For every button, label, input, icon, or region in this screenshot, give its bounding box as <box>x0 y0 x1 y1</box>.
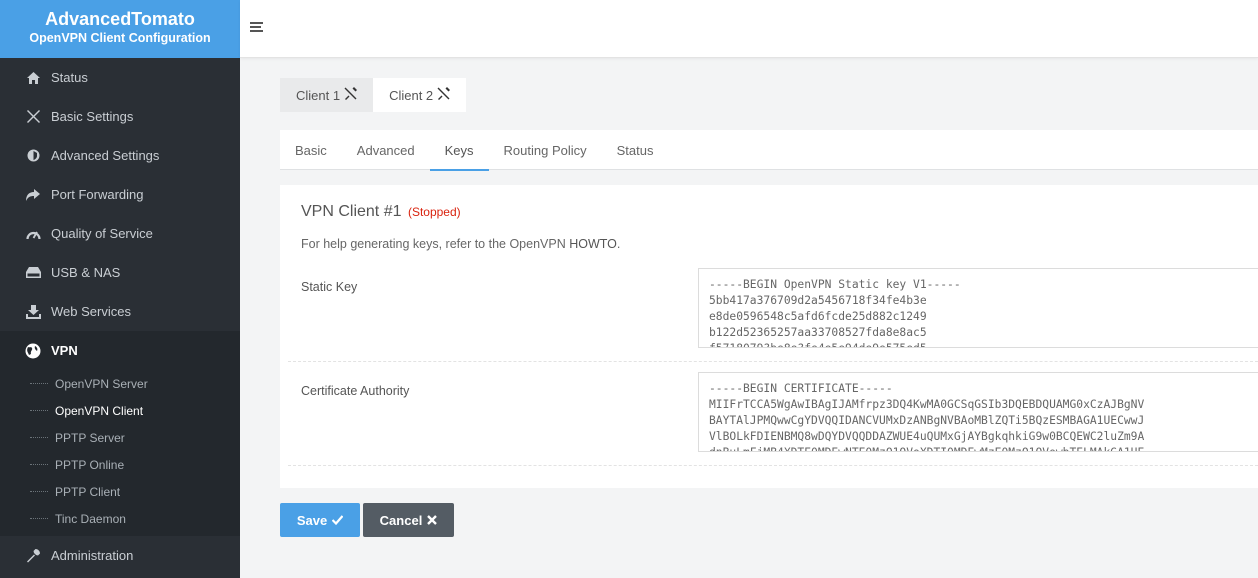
tree-connector <box>30 518 48 519</box>
check-icon <box>331 513 344 528</box>
cancel-button[interactable]: Cancel <box>363 503 454 537</box>
tree-connector <box>30 410 48 411</box>
tab-basic[interactable]: Basic <box>280 130 342 170</box>
sidebar-item-label: Advanced Settings <box>51 148 160 163</box>
tab-client-1[interactable]: Client 1 <box>280 78 374 112</box>
sidebar-subitem-pptp-online[interactable]: PPTP Online <box>0 451 240 478</box>
sidebar-subitem-label: OpenVPN Server <box>55 376 148 391</box>
sidebar-item-usb-nas[interactable]: USB & NAS <box>0 253 240 292</box>
tools-icon <box>24 108 42 126</box>
help-prefix: For help generating keys, refer to the O… <box>301 237 570 251</box>
sidebar-item-port-forwarding[interactable]: Port Forwarding <box>0 175 240 214</box>
sidebar-subitem-openvpn-client[interactable]: OpenVPN Client <box>0 397 240 424</box>
howto-link[interactable]: HOWTO <box>569 237 617 251</box>
keys-card: VPN Client #1 (Stopped) For help generat… <box>280 185 1258 488</box>
card-title-text: VPN Client #1 <box>301 203 402 220</box>
sidebar-item-label: Administration <box>51 548 134 563</box>
tab-label: Client 1 <box>296 87 341 103</box>
static-key-label: Static Key <box>301 280 358 294</box>
download-icon <box>24 303 42 321</box>
divider <box>288 361 1258 362</box>
close-icon <box>427 513 438 528</box>
sidebar-item-web-services[interactable]: Web Services <box>0 292 240 331</box>
tools-icon <box>344 87 358 103</box>
settings-tabs: Basic Advanced Keys Routing Policy Statu… <box>280 130 1258 171</box>
card-title: VPN Client #1 (Stopped) <box>301 203 461 221</box>
sidebar-item-label: USB & NAS <box>51 265 121 280</box>
sidebar-item-label: Port Forwarding <box>51 187 144 202</box>
tree-connector <box>30 491 48 492</box>
sidebar-subitem-tinc-daemon[interactable]: Tinc Daemon <box>0 505 240 532</box>
sidebar-item-basic-settings[interactable]: Basic Settings <box>0 97 240 136</box>
static-key-field[interactable]: -----BEGIN OpenVPN Static key V1----- 5b… <box>698 268 1258 348</box>
tab-keys[interactable]: Keys <box>429 130 489 171</box>
home-icon <box>24 69 42 87</box>
sidebar-subitem-pptp-server[interactable]: PPTP Server <box>0 424 240 451</box>
sidebar-item-label: Basic Settings <box>51 109 134 124</box>
brand-title: AdvancedTomato <box>45 9 195 29</box>
sidebar-subitem-label: OpenVPN Client <box>55 403 144 418</box>
tab-status[interactable]: Status <box>602 130 669 170</box>
tab-label: Client 2 <box>389 87 434 103</box>
save-button[interactable]: Save <box>280 503 360 537</box>
shield-icon <box>24 147 42 165</box>
sidebar-subitem-openvpn-server[interactable]: OpenVPN Server <box>0 370 240 397</box>
sidebar-subitem-label: PPTP Server <box>55 430 125 445</box>
sidebar-item-status[interactable]: Status <box>0 58 240 97</box>
menu-toggle-icon[interactable] <box>250 22 263 33</box>
tab-advanced[interactable]: Advanced <box>342 130 430 170</box>
tree-connector <box>30 464 48 465</box>
sidebar-item-advanced-settings[interactable]: Advanced Settings <box>0 136 240 175</box>
sidebar-item-quality-of-service[interactable]: Quality of Service <box>0 214 240 253</box>
tab-routing-policy[interactable]: Routing Policy <box>489 130 602 170</box>
divider <box>288 465 1258 466</box>
sidebar-item-label: Status <box>51 70 88 85</box>
help-text: For help generating keys, refer to the O… <box>301 237 620 251</box>
sidebar-item-label: Web Services <box>51 304 131 319</box>
sidebar-subitem-label: Tinc Daemon <box>55 511 126 526</box>
sidebar: AdvancedTomato OpenVPN Client Configurat… <box>0 0 240 578</box>
sidebar-item-label: VPN <box>51 343 78 358</box>
save-button-label: Save <box>296 512 328 528</box>
drive-icon <box>24 264 42 282</box>
sidebar-subitem-label: PPTP Online <box>55 457 125 472</box>
vpn-submenu: OpenVPN Server OpenVPN Client PPTP Serve… <box>0 370 240 536</box>
client-tabs: Client 1 Client 2 <box>280 78 467 112</box>
sidebar-item-vpn[interactable]: VPN <box>0 331 240 370</box>
tools-icon <box>437 87 451 103</box>
sidebar-item-administration[interactable]: Administration <box>0 536 240 575</box>
status-badge: (Stopped) <box>407 205 461 219</box>
globe-icon <box>24 342 42 360</box>
share-arrow-icon <box>24 186 42 204</box>
certificate-authority-label: Certificate Authority <box>301 384 410 398</box>
tree-connector <box>30 383 48 384</box>
page-subtitle: OpenVPN Client Configuration <box>29 31 211 45</box>
help-suffix: . <box>616 237 621 251</box>
speedometer-icon <box>24 225 42 243</box>
cancel-button-label: Cancel <box>379 512 423 528</box>
sidebar-subitem-pptp-client[interactable]: PPTP Client <box>0 478 240 505</box>
wrench-icon <box>24 547 42 565</box>
tree-connector <box>30 437 48 438</box>
tab-client-2[interactable]: Client 2 <box>373 78 467 112</box>
certificate-authority-field[interactable]: -----BEGIN CERTIFICATE----- MIIFrTCCA5Wg… <box>698 372 1258 452</box>
sidebar-subitem-label: PPTP Client <box>55 484 121 499</box>
top-bar <box>240 0 1258 58</box>
sidebar-item-label: Quality of Service <box>51 226 153 241</box>
brand-header[interactable]: AdvancedTomato OpenVPN Client Configurat… <box>0 0 240 58</box>
